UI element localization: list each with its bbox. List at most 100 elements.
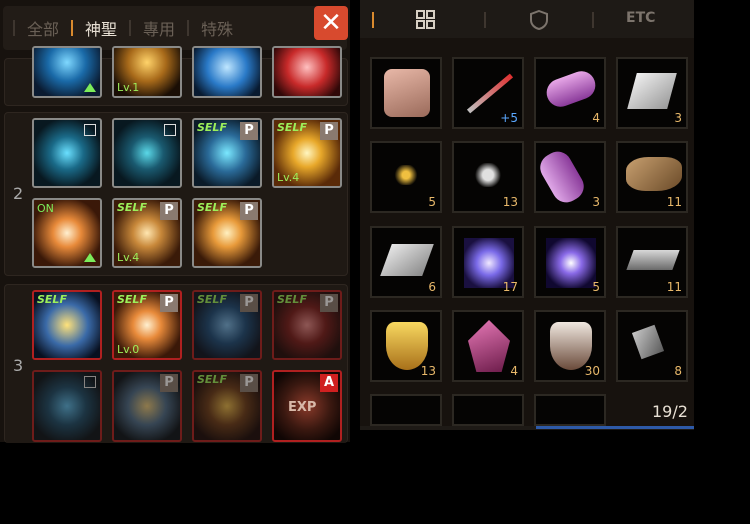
skill-level: Lv.4 bbox=[277, 171, 300, 184]
item-slot[interactable] bbox=[452, 394, 524, 426]
item-slot-leather[interactable]: 11 bbox=[616, 141, 688, 213]
item-count: 3 bbox=[674, 111, 682, 125]
self-tag: SELF bbox=[197, 373, 227, 386]
item-slot-purple-scroll[interactable]: 3 bbox=[534, 141, 606, 213]
tab-all[interactable]: 全部 bbox=[15, 16, 71, 40]
item-slot-ruby[interactable]: 4 bbox=[452, 310, 524, 382]
inventory-tab-bar: ETC bbox=[360, 0, 694, 38]
close-button[interactable]: ✕ bbox=[314, 6, 348, 40]
skill-level: Lv.1 bbox=[117, 81, 140, 94]
skill-slot-cross-burst[interactable]: SELF P Lv.0 bbox=[112, 290, 182, 360]
skill-slot-sword-burst[interactable]: SELF P Lv.4 bbox=[272, 118, 342, 188]
tab-divider-active bbox=[372, 12, 374, 28]
item-slot-scroll[interactable]: 4 bbox=[534, 57, 606, 129]
capacity-bar bbox=[536, 426, 694, 429]
item-slot-cloth[interactable]: 3 bbox=[616, 57, 688, 129]
item-slot-ingot[interactable]: 11 bbox=[616, 226, 688, 298]
close-icon: ✕ bbox=[320, 8, 342, 38]
skill-slot-holy-cross[interactable]: Lv.1 bbox=[112, 46, 182, 98]
skill-slot-blue-tome[interactable]: SELF P bbox=[192, 290, 262, 360]
item-enhance: +5 bbox=[500, 111, 518, 125]
grid-icon[interactable] bbox=[416, 10, 436, 30]
tab-holy[interactable]: 神聖 bbox=[73, 16, 129, 40]
self-tag: SELF bbox=[117, 201, 147, 214]
skill-slot-knight-helm[interactable]: SELF P Lv.4 bbox=[112, 198, 182, 268]
skill-slot-blue-book[interactable] bbox=[192, 46, 262, 98]
skill-slot-red-tome[interactable]: SELF P bbox=[272, 290, 342, 360]
self-tag: SELF bbox=[197, 293, 227, 306]
item-slot[interactable] bbox=[370, 394, 442, 426]
item-count: 11 bbox=[666, 195, 682, 209]
sword-icon bbox=[466, 73, 514, 114]
item-count: 5 bbox=[592, 280, 600, 294]
skill-slot-red-book[interactable] bbox=[272, 46, 342, 98]
item-slot-silver-emblem[interactable]: 30 bbox=[534, 310, 606, 382]
passive-badge: P bbox=[240, 294, 258, 312]
self-tag: SELF bbox=[277, 293, 307, 306]
upgrade-arrow-icon bbox=[84, 83, 96, 92]
item-slot-stone[interactable]: 6 bbox=[370, 226, 442, 298]
stone-icon bbox=[380, 244, 434, 276]
purple-scroll-icon bbox=[536, 146, 589, 208]
item-count: 5 bbox=[428, 195, 436, 209]
skill-tab-bar: 全部 神聖 專用 特殊 bbox=[3, 6, 347, 50]
passive-badge: P bbox=[320, 294, 338, 312]
tab-etc[interactable]: ETC bbox=[626, 10, 655, 26]
blue-book-icon bbox=[194, 48, 260, 96]
item-slot-silver-ore[interactable]: 13 bbox=[452, 141, 524, 213]
self-tag: SELF bbox=[117, 293, 147, 306]
group-number: 3 bbox=[13, 356, 24, 375]
silver-emblem-icon bbox=[550, 322, 592, 370]
leg-armor-icon bbox=[384, 69, 430, 117]
skill-slot-exp[interactable]: A EXP bbox=[272, 370, 342, 442]
item-slot-star-shard[interactable]: 5 bbox=[534, 226, 606, 298]
leather-icon bbox=[626, 157, 682, 191]
item-count: 13 bbox=[420, 364, 436, 378]
passive-badge: P bbox=[160, 374, 178, 392]
skill-slot-hourglass[interactable]: SELF P bbox=[192, 118, 262, 188]
ingot-icon bbox=[626, 250, 680, 270]
skill-slot-cross-aura[interactable]: ON bbox=[32, 198, 102, 268]
gold-ore-icon bbox=[390, 165, 422, 185]
scroll-icon bbox=[542, 67, 600, 111]
shield-tab-icon[interactable] bbox=[530, 9, 548, 31]
skill-slot-ring[interactable]: SELF P bbox=[192, 370, 262, 442]
passive-badge: P bbox=[320, 122, 338, 140]
item-slot-gold-ore[interactable]: 5 bbox=[370, 141, 442, 213]
lock-icon bbox=[164, 124, 176, 136]
cloth-icon bbox=[627, 73, 677, 109]
gold-emblem-icon bbox=[386, 322, 428, 370]
item-count: 6 bbox=[428, 280, 436, 294]
skill-slot-lightning[interactable] bbox=[32, 46, 102, 98]
passive-badge: P bbox=[240, 122, 258, 140]
lock-icon bbox=[84, 376, 96, 388]
tab-exclusive[interactable]: 專用 bbox=[131, 16, 187, 40]
skill-slot-sun-seal[interactable] bbox=[32, 118, 102, 188]
tab-divider bbox=[484, 12, 486, 28]
inventory-capacity: 19/2 bbox=[652, 402, 688, 421]
skill-slot-dial[interactable] bbox=[112, 118, 182, 188]
passive-badge: P bbox=[240, 202, 258, 220]
rock-icon bbox=[631, 324, 665, 360]
lock-icon bbox=[84, 124, 96, 136]
inventory-panel: ETC +5 4 3 5 13 3 11 6 17 5 11 13 4 30 8 bbox=[360, 0, 694, 430]
upgrade-arrow-icon bbox=[84, 253, 96, 262]
item-count: 30 bbox=[584, 364, 600, 378]
item-slot-armor[interactable] bbox=[370, 57, 442, 129]
item-count: 4 bbox=[592, 111, 600, 125]
skill-slot-shield[interactable]: SELF bbox=[32, 290, 102, 360]
tab-special[interactable]: 特殊 bbox=[189, 16, 245, 40]
self-tag: SELF bbox=[197, 121, 227, 134]
item-slot-rock[interactable]: 8 bbox=[616, 310, 688, 382]
skill-level: Lv.4 bbox=[117, 251, 140, 264]
skill-slot-heart[interactable]: SELF P bbox=[192, 198, 262, 268]
item-slot-gold-emblem[interactable]: 13 bbox=[370, 310, 442, 382]
skill-slot-wind[interactable] bbox=[32, 370, 102, 442]
item-count: 3 bbox=[592, 195, 600, 209]
item-count: 17 bbox=[502, 280, 518, 294]
item-slot-sword[interactable]: +5 bbox=[452, 57, 524, 129]
item-slot-star-crystal[interactable]: 17 bbox=[452, 226, 524, 298]
item-slot[interactable] bbox=[534, 394, 606, 426]
skill-panel: 全部 神聖 專用 特殊 ✕ Lv.1 2 SELF P SELF P Lv.4 … bbox=[0, 0, 350, 443]
skill-slot-blade[interactable]: P bbox=[112, 370, 182, 442]
